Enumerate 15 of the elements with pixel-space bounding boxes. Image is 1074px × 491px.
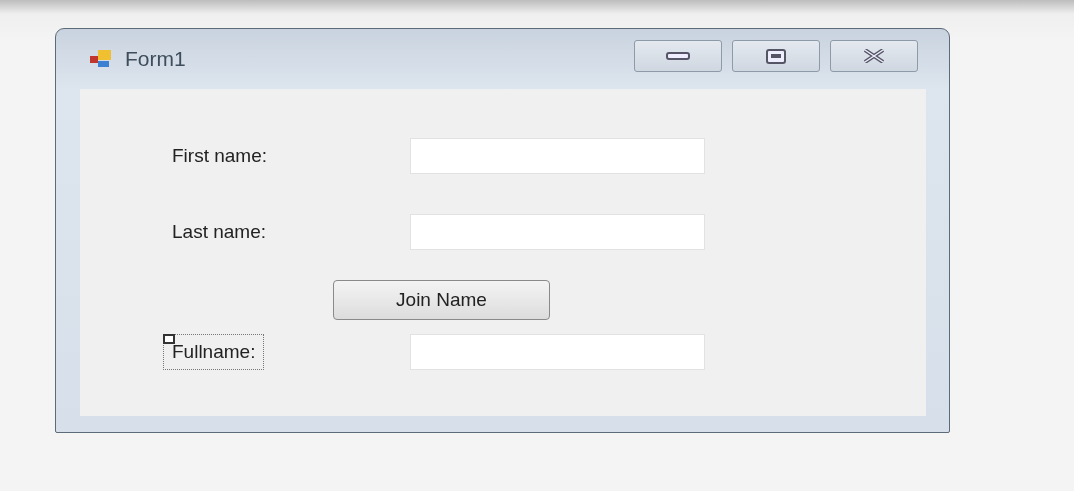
minimize-button[interactable]	[634, 40, 722, 72]
text-field[interactable]	[410, 138, 705, 174]
text-field[interactable]	[410, 214, 705, 250]
join-name-button[interactable]: Join Name	[333, 280, 550, 320]
field-label: Last name:	[171, 220, 267, 244]
field-label: First name:	[171, 144, 269, 168]
close-button[interactable]	[830, 40, 918, 72]
field-label: Fullname:	[163, 334, 265, 370]
app-icon	[89, 49, 113, 69]
window-title: Form1	[125, 47, 187, 71]
minimize-icon	[666, 52, 690, 60]
close-icon	[864, 49, 884, 63]
maximize-icon	[766, 48, 786, 64]
text-field[interactable]	[410, 334, 705, 370]
maximize-button[interactable]	[732, 40, 820, 72]
